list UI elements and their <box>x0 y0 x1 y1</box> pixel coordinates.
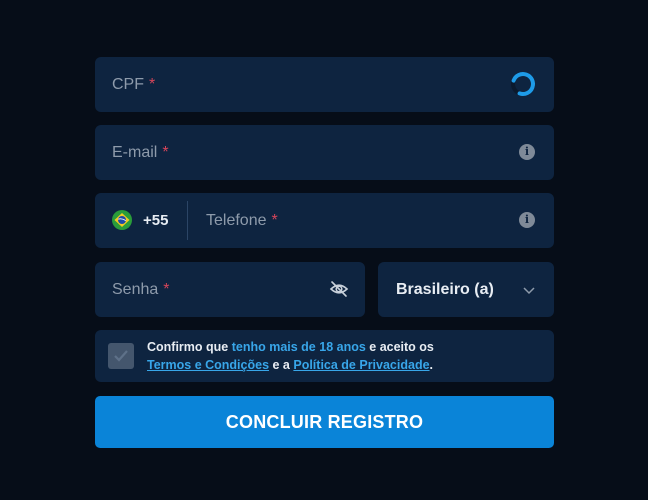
email-label: E-mail * <box>112 144 169 161</box>
cpf-label: CPF * <box>112 76 156 93</box>
dial-code[interactable]: +55 <box>143 193 168 248</box>
privacy-link[interactable]: Política de Privacidade <box>293 358 429 372</box>
language-value: Brasileiro (a) <box>396 281 494 298</box>
divider <box>187 201 188 240</box>
info-icon[interactable]: i <box>519 144 535 160</box>
terms-checkbox[interactable] <box>108 343 134 369</box>
terms-link[interactable]: Termos e Condições <box>147 358 269 372</box>
phone-field[interactable]: +55 Telefone * i <box>95 193 554 248</box>
info-icon[interactable]: i <box>519 212 535 228</box>
terms-text: Confirmo que tenho mais de 18 anos e ace… <box>147 340 434 372</box>
age-highlight: tenho mais de 18 anos <box>231 340 366 354</box>
terms-consent: Confirmo que tenho mais de 18 anos e ace… <box>95 330 554 382</box>
language-select[interactable]: Brasileiro (a) <box>378 262 554 317</box>
chevron-down-icon <box>523 287 535 295</box>
cpf-field[interactable]: CPF * <box>95 57 554 112</box>
eye-off-icon[interactable] <box>329 279 349 299</box>
check-icon <box>114 350 128 362</box>
password-field[interactable]: Senha * <box>95 262 365 317</box>
loading-spinner-icon <box>511 72 535 96</box>
submit-button[interactable]: CONCLUIR REGISTRO <box>95 396 554 448</box>
password-label: Senha * <box>112 281 170 298</box>
email-field[interactable]: E-mail * i <box>95 125 554 180</box>
phone-label: Telefone * <box>206 212 278 229</box>
brazil-flag-icon[interactable] <box>112 210 132 230</box>
